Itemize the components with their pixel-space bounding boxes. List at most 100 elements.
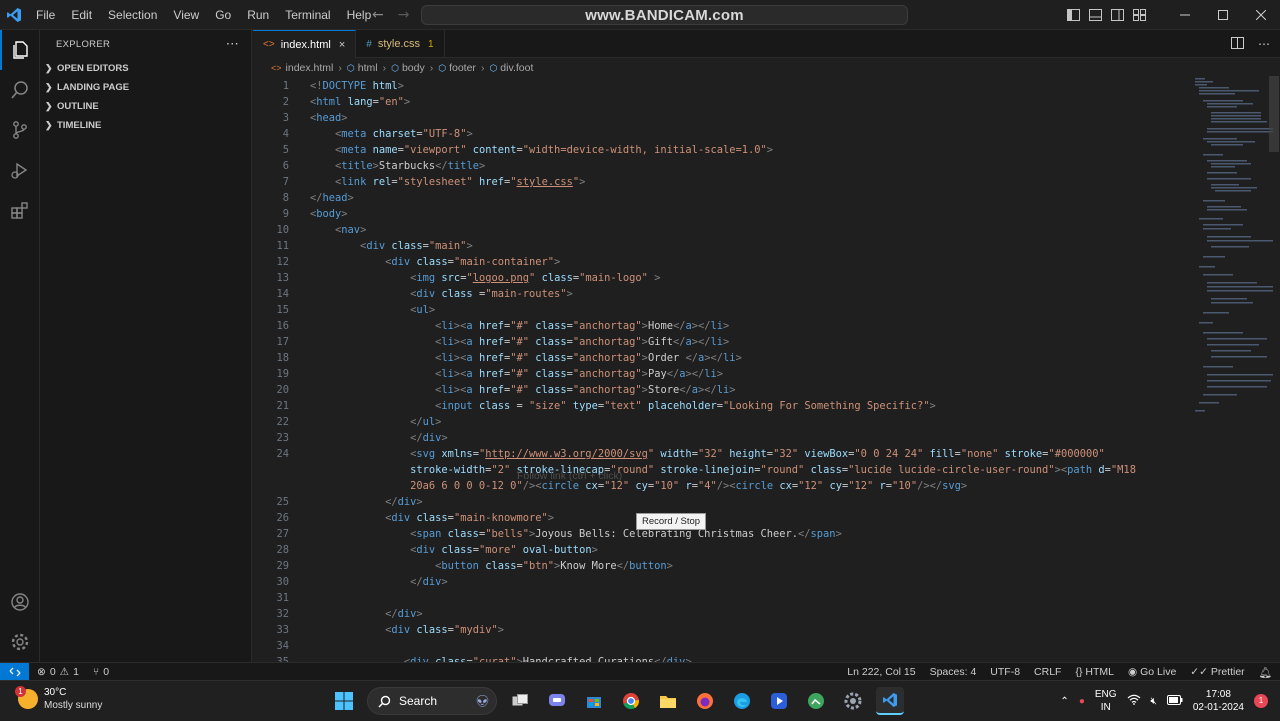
problems-status[interactable]: ⊗ 0 ⚠ 1 ⑂ 0 <box>29 666 109 678</box>
language-mode[interactable]: {} HTML <box>1075 666 1114 678</box>
toggle-panel-icon[interactable] <box>1084 0 1106 30</box>
close-window-icon[interactable] <box>1242 0 1280 30</box>
menu-terminal[interactable]: Terminal <box>277 0 338 30</box>
line-number: 6 <box>282 160 289 172</box>
line-number: 18 <box>276 352 289 364</box>
language-indicator[interactable]: ENG IN <box>1095 688 1117 714</box>
source-control-icon[interactable] <box>0 110 40 150</box>
teams-chat-icon[interactable] <box>543 687 571 715</box>
encoding[interactable]: UTF-8 <box>990 666 1020 678</box>
toggle-secondary-sidebar-icon[interactable] <box>1106 0 1128 30</box>
code-line: <div class="main-container"> <box>385 256 561 268</box>
notification-badge[interactable]: 1 <box>1254 694 1268 708</box>
title-controls <box>1062 0 1280 30</box>
section-open-editors[interactable]: ❯ OPEN EDITORS <box>40 59 251 78</box>
clock[interactable]: 17:08 02-01-2024 <box>1193 688 1244 714</box>
settings-app-icon[interactable] <box>839 687 867 715</box>
minimize-icon[interactable] <box>1166 0 1204 30</box>
prettier-status[interactable]: ✓✓ Prettier <box>1190 666 1244 678</box>
menu-selection[interactable]: Selection <box>100 0 165 30</box>
back-arrow-icon[interactable]: ← <box>372 7 384 23</box>
notifications-bell-icon[interactable]: 🔔︎ <box>1259 666 1272 679</box>
windows-start-icon[interactable] <box>330 687 358 715</box>
bandicam-tray-icon[interactable]: ● <box>1079 696 1085 707</box>
breadcrumb-item[interactable]: div.foot <box>500 62 533 74</box>
explorer-header: EXPLORER ⋯ <box>40 30 251 58</box>
breadcrumb-item[interactable]: index.html <box>286 62 334 74</box>
chevron-right-icon: ❯ <box>45 82 53 92</box>
microsoft-store-icon[interactable] <box>580 687 608 715</box>
menu-go[interactable]: Go <box>207 0 239 30</box>
line-number: 19 <box>276 368 289 380</box>
tab-label: index.html <box>280 38 331 51</box>
minimap[interactable] <box>1193 76 1273 416</box>
warning-icon: ⚠ <box>59 665 70 678</box>
weather-widget[interactable]: 1 30°C Mostly sunny <box>15 686 102 712</box>
maximize-icon[interactable] <box>1204 0 1242 30</box>
volume-muted-icon[interactable]: 🔇︎ <box>1151 696 1157 707</box>
code-line: <nav> <box>335 224 367 236</box>
toggle-primary-sidebar-icon[interactable] <box>1062 0 1084 30</box>
double-check-icon: ✓✓ <box>1190 666 1208 678</box>
line-number: 13 <box>276 272 289 284</box>
explorer-icon[interactable] <box>0 30 40 70</box>
css-file-icon: # <box>366 38 372 50</box>
photos-app-icon[interactable] <box>802 687 830 715</box>
tab-index-html[interactable]: <> index.html × <box>253 30 357 58</box>
split-editor-icon[interactable] <box>1231 36 1244 52</box>
vertical-scrollbar[interactable] <box>1269 76 1279 152</box>
firefox-icon[interactable] <box>691 687 719 715</box>
temperature: 30°C <box>44 687 67 698</box>
go-live-button[interactable]: ◉ Go Live <box>1128 666 1176 678</box>
forward-arrow-icon[interactable]: → <box>398 7 410 23</box>
file-explorer-icon[interactable] <box>654 687 682 715</box>
search-icon[interactable] <box>0 70 40 110</box>
vscode-taskbar-icon[interactable] <box>876 687 904 715</box>
battery-icon[interactable] <box>1166 694 1183 708</box>
indentation[interactable]: Spaces: 4 <box>930 666 977 678</box>
tab-style-css[interactable]: # style.css 1 <box>356 30 445 58</box>
code-line: <button class="btn">Know More</button> <box>435 560 673 572</box>
code-line: <svg xmlns="http://www.w3.org/2000/svg" … <box>410 448 1105 460</box>
edge-icon[interactable] <box>728 687 756 715</box>
code-line: <meta charset="UTF-8"> <box>335 128 473 140</box>
settings-gear-icon[interactable] <box>0 622 40 662</box>
line-number: 24 <box>276 448 289 460</box>
media-player-icon[interactable] <box>765 687 793 715</box>
run-debug-icon[interactable] <box>0 150 40 190</box>
chevron-right-icon: ❯ <box>45 120 53 130</box>
menu-view[interactable]: View <box>165 0 207 30</box>
taskbar-search[interactable]: Search 👽︎ <box>367 687 497 715</box>
customize-layout-icon[interactable] <box>1128 0 1150 30</box>
remote-icon[interactable] <box>0 662 29 681</box>
chevron-up-icon[interactable]: ⌃ <box>1060 696 1068 707</box>
close-tab-icon[interactable]: × <box>339 39 345 51</box>
chrome-icon[interactable] <box>617 687 645 715</box>
code-line: <ul> <box>410 304 436 316</box>
end-of-line[interactable]: CRLF <box>1034 666 1061 678</box>
line-number: 28 <box>276 544 289 556</box>
command-center[interactable]: www.BANDICAM.com <box>421 5 908 25</box>
accounts-icon[interactable] <box>0 582 40 622</box>
menu-file[interactable]: File <box>28 0 63 30</box>
code-line: </ul> <box>410 416 442 428</box>
section-landing-page[interactable]: ❯ LANDING PAGE <box>40 78 251 97</box>
section-outline[interactable]: ❯ OUTLINE <box>40 97 251 116</box>
breadcrumb-item[interactable]: body <box>402 62 425 74</box>
extensions-icon[interactable] <box>0 190 40 230</box>
menu-edit[interactable]: Edit <box>63 0 100 30</box>
line-number: 9 <box>282 208 289 220</box>
wifi-icon[interactable] <box>1127 694 1141 708</box>
breadcrumb-item[interactable]: html <box>358 62 378 74</box>
section-timeline[interactable]: ❯ TIMELINE <box>40 116 251 135</box>
menu-run[interactable]: Run <box>239 0 277 30</box>
time: 17:08 <box>1205 689 1231 700</box>
code-editor[interactable]: 1 <!DOCTYPE html> 2 <html lang="en"> 3 <hea… <box>253 78 1193 662</box>
code-line: </div> <box>385 608 423 620</box>
more-actions-icon[interactable]: ⋯ <box>1258 37 1270 51</box>
breadcrumb-item[interactable]: footer <box>449 62 476 74</box>
vscode-window: File Edit Selection View Go Run Terminal… <box>0 0 1280 720</box>
task-view-icon[interactable] <box>506 687 534 715</box>
cursor-position[interactable]: Ln 222, Col 15 <box>847 666 915 678</box>
more-actions-icon[interactable]: ⋯ <box>226 36 239 52</box>
